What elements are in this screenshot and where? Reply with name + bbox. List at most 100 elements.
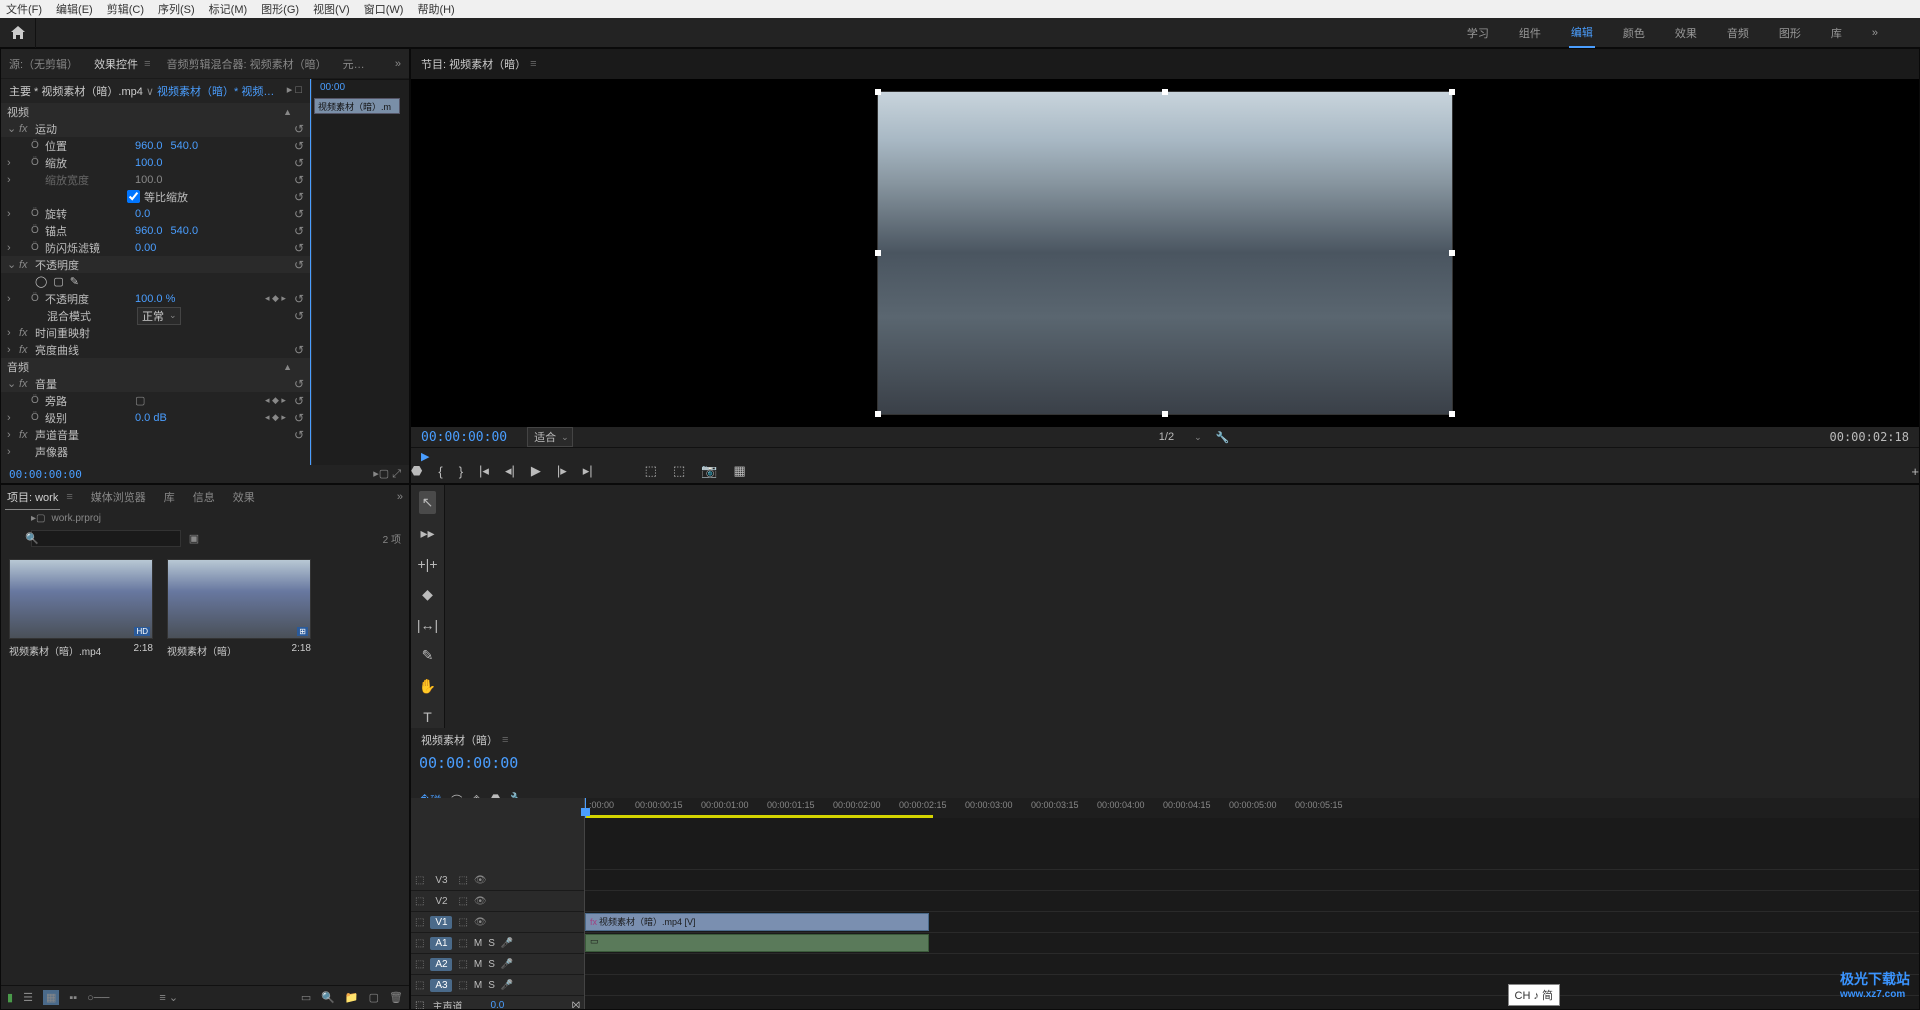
tab-source[interactable]: 源:（无剪辑） <box>9 56 78 72</box>
workspace-overflow-icon[interactable]: » <box>1870 21 1880 45</box>
tab-metadata[interactable]: 元… <box>343 56 365 72</box>
prop-blend-mode[interactable]: 混合模式正常⌄↺ <box>1 307 310 324</box>
collapse-icon[interactable]: ▲ <box>283 107 292 117</box>
prop-opacity[interactable]: ›Ö不透明度100.0 %◂ ◆ ▸↺ <box>1 290 310 307</box>
step-forward-icon[interactable]: |▸ <box>557 463 567 479</box>
ellipse-mask-icon[interactable]: ◯ <box>35 275 47 288</box>
settings-icon[interactable]: 🔧 <box>1216 431 1230 444</box>
comparison-icon[interactable]: ▦ <box>733 463 745 479</box>
menu-window[interactable]: 窗口(W) <box>364 1 404 17</box>
new-bin-icon[interactable]: 📁 <box>345 991 359 1004</box>
type-tool-icon[interactable]: T <box>420 706 435 728</box>
sort-icon[interactable]: ≡ ⌄ <box>159 991 178 1004</box>
go-to-in-icon[interactable]: |◂ <box>479 463 489 479</box>
razor-tool-icon[interactable]: ◆ <box>419 583 436 606</box>
export-frame-icon[interactable]: 📷 <box>701 463 717 479</box>
workspace-learn[interactable]: 学习 <box>1465 19 1491 47</box>
workspace-assembly[interactable]: 组件 <box>1517 19 1543 47</box>
menu-edit[interactable]: 编辑(E) <box>56 1 93 17</box>
effects-zoom-icons[interactable]: ▸▢ ⤢ <box>373 467 401 481</box>
home-button[interactable] <box>0 18 36 48</box>
track-a1[interactable]: ⬚A1⬚MS🎤 <box>411 933 584 954</box>
tabs-overflow-icon[interactable]: » <box>395 58 401 70</box>
fx-channel-volume[interactable]: ›fx声道音量↺ <box>1 426 310 443</box>
fx-motion[interactable]: ⌄fx运动↺ <box>1 120 310 137</box>
hand-tool-icon[interactable]: ✋ <box>416 675 439 698</box>
tab-effect-controls[interactable]: 效果控件 <box>94 56 138 72</box>
prop-anchor[interactable]: Ö锚点960.0540.0↺ <box>1 222 310 239</box>
playhead-head[interactable] <box>581 808 590 816</box>
track-a2[interactable]: ⬚A2⬚MS🎤 <box>411 954 584 975</box>
zoom-slider[interactable]: ○── <box>87 992 109 1004</box>
icon-view-icon[interactable]: ▦ <box>43 990 59 1005</box>
opacity-masks[interactable]: ◯ ▢ ✎ <box>1 273 310 290</box>
mini-timeline-clip[interactable]: 视频素材（暗）.m <box>314 98 400 114</box>
selection-tool-icon[interactable]: ↖ <box>419 491 437 514</box>
track-v1[interactable]: ⬚V1⬚👁 <box>411 912 584 933</box>
menu-clip[interactable]: 剪辑(C) <box>107 1 144 17</box>
tab-media-browser[interactable]: 媒体浏览器 <box>89 485 148 509</box>
ripple-tool-icon[interactable]: +|+ <box>415 553 441 575</box>
prop-rotation[interactable]: ›Ö旋转0.0↺ <box>1 205 310 222</box>
step-back-icon[interactable]: ◂| <box>505 463 515 479</box>
auto-seq-icon[interactable]: ▭ <box>301 991 311 1004</box>
menu-view[interactable]: 视图(V) <box>313 1 350 17</box>
workspace-effects[interactable]: 效果 <box>1673 19 1699 47</box>
prop-level[interactable]: ›Ö级别0.0 dB◂ ◆ ▸↺ <box>1 409 310 426</box>
program-playhead-icon[interactable]: ▶ <box>421 450 429 463</box>
project-tabs-overflow-icon[interactable]: » <box>395 487 405 507</box>
eye-icon[interactable]: 👁 <box>474 875 487 886</box>
play-icon[interactable]: ▶ <box>531 463 541 479</box>
resolution-dropdown[interactable]: 1/2 <box>1159 431 1174 443</box>
program-ruler[interactable]: ▶ <box>411 447 1919 459</box>
prop-anti-flicker[interactable]: ›Ö防闪烁滤镜0.00↺ <box>1 239 310 256</box>
freeform-view-icon[interactable]: ▪▪ <box>69 992 77 1004</box>
delete-icon[interactable]: 🗑 <box>389 991 403 1004</box>
lift-icon[interactable]: ⬚ <box>645 463 657 479</box>
find-icon[interactable]: 🔍 <box>321 991 335 1004</box>
menu-sequence[interactable]: 序列(S) <box>158 1 195 17</box>
effects-mini-timeline[interactable]: 00:00 视频素材（暗）.m <box>311 79 409 465</box>
slip-tool-icon[interactable]: |↔| <box>414 614 441 636</box>
menu-file[interactable]: 文件(F) <box>6 1 42 17</box>
system-menubar[interactable]: 文件(F) 编辑(E) 剪辑(C) 序列(S) 标记(M) 图形(G) 视图(V… <box>0 0 1920 18</box>
mark-out-icon[interactable]: } <box>459 464 463 479</box>
fx-lumetri[interactable]: ›fx亮度曲线↺ <box>1 341 310 358</box>
tab-libraries[interactable]: 库 <box>162 485 177 509</box>
program-viewer[interactable] <box>411 79 1919 427</box>
track-v2[interactable]: ⬚V2⬚👁 <box>411 891 584 912</box>
fx-time-remap[interactable]: ›fx时间重映射 <box>1 324 310 341</box>
project-bin[interactable]: HD 视频素材（暗）.mp42:18 ⊞ 视频素材（暗）2:18 ↖ <box>1 551 409 985</box>
track-v3[interactable]: ⬚V3⬚👁 <box>411 870 584 891</box>
project-search-input[interactable] <box>31 530 181 547</box>
track-master[interactable]: ⬚主声道0.0⨝ <box>411 996 584 1010</box>
clip-thumbnail-1[interactable]: HD 视频素材（暗）.mp42:18 <box>9 559 153 658</box>
menu-marker[interactable]: 标记(M) <box>209 1 248 17</box>
button-editor-icon[interactable]: + <box>1911 464 1919 479</box>
tab-info[interactable]: 信息 <box>191 485 217 509</box>
prop-bypass[interactable]: Ö旁路▢◂ ◆ ▸↺ <box>1 392 310 409</box>
add-marker-icon[interactable]: ⬣ <box>411 463 422 479</box>
panel-menu-icon[interactable]: ≡ <box>144 58 150 70</box>
wr-toggle-icon[interactable]: ▮ <box>7 991 13 1004</box>
prop-scale[interactable]: ›Ö缩放100.0↺ <box>1 154 310 171</box>
program-timecode-current[interactable]: 00:00:00:00 <box>421 430 507 445</box>
workspace-audio[interactable]: 音频 <box>1725 19 1751 47</box>
timeline-ruler[interactable]: :00:00 00:00:00:15 00:00:01:00 00:00:01:… <box>585 798 1919 818</box>
mic-icon[interactable]: 🎤 <box>501 938 513 949</box>
list-view-icon[interactable]: ☰ <box>23 991 33 1004</box>
workspace-library[interactable]: 库 <box>1829 19 1844 47</box>
fx-opacity[interactable]: ⌄fx不透明度↺ <box>1 256 310 273</box>
pen-mask-icon[interactable]: ✎ <box>70 275 79 288</box>
play-only-icon[interactable]: ▸ □ <box>287 83 302 96</box>
video-clip-v1[interactable]: fx视频素材（暗）.mp4 [V] <box>585 913 929 931</box>
rect-mask-icon[interactable]: ▢ <box>53 275 63 288</box>
uniform-scale-checkbox[interactable] <box>127 190 140 203</box>
track-a3[interactable]: ⬚A3⬚MS🎤 <box>411 975 584 996</box>
prop-uniform-scale[interactable]: 等比缩放↺ <box>1 188 310 205</box>
tab-audio-mixer[interactable]: 音频剪辑混合器: 视频素材（暗） <box>166 56 326 72</box>
reset-icon[interactable]: ↺ <box>294 122 304 136</box>
sequence-thumbnail-1[interactable]: ⊞ 视频素材（暗）2:18 <box>167 559 311 658</box>
timeline-timecode[interactable]: 00:00:00:00 <box>419 754 518 772</box>
workspace-edit[interactable]: 编辑 <box>1569 18 1595 48</box>
